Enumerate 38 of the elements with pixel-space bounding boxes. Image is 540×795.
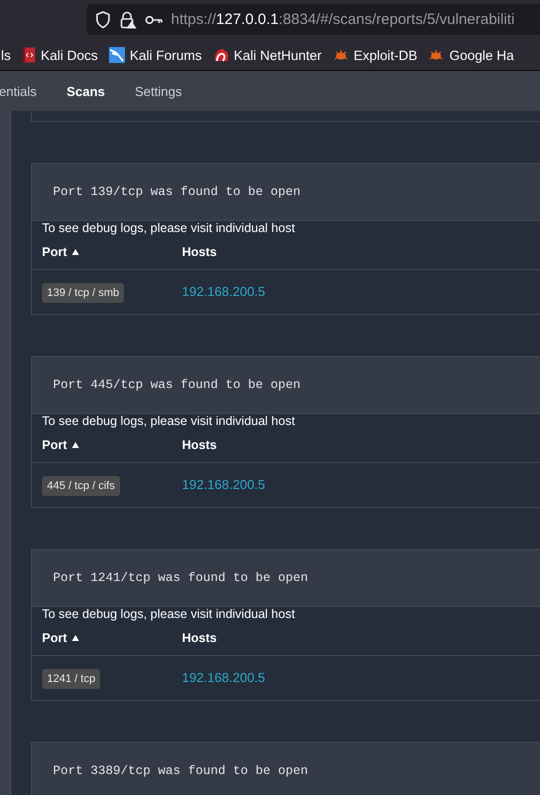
column-header[interactable]: Hosts: [182, 631, 217, 645]
address-bar[interactable]: https://127.0.0.1:8834/#/scans/reports/5/vulnerabiliti: [87, 4, 540, 35]
debug-note: To see debug logs, please visit individual host: [41, 221, 296, 235]
nav-tab[interactable]: Scans: [66, 84, 105, 98]
bug-icon: [332, 48, 349, 62]
bookmark-link[interactable]: Kali NetHunter: [212, 47, 322, 63]
output-text: Port 3389/tcp was found to be open: [53, 764, 308, 778]
host-link[interactable]: 192.168.200.5: [182, 284, 266, 299]
column-header[interactable]: Hosts: [182, 245, 217, 259]
output-text: Port 139/tcp was found to be open: [53, 185, 301, 199]
bookmark-link[interactable]: Exploit-DB: [332, 48, 418, 62]
port-tag: 1241 / tcp: [42, 669, 100, 689]
shield-icon: [95, 10, 111, 28]
key-icon: [145, 14, 163, 26]
bookmark-link[interactable]: ls: [1, 48, 11, 62]
bookmark-link[interactable]: Kali Forums: [108, 47, 202, 63]
debug-note: To see debug logs, please visit individual host: [41, 607, 296, 621]
port-tag: 139 / tcp / smb: [42, 283, 124, 303]
sort-ascending-icon: [72, 249, 79, 255]
url-text: https://127.0.0.1:8834/#/scans/reports/5/vulnerabiliti: [171, 11, 515, 28]
debug-note: To see debug logs, please visit individual host: [41, 414, 296, 428]
output-text: Port 445/tcp was found to be open: [53, 378, 301, 392]
sort-ascending-icon: [72, 442, 79, 448]
bug-icon: [428, 48, 444, 62]
column-header[interactable]: Hosts: [182, 438, 217, 452]
padlock-warning-icon: [119, 10, 137, 28]
bookmark-link[interactable]: Google Ha: [428, 48, 514, 62]
book-icon: [22, 47, 36, 63]
column-header[interactable]: Port: [42, 631, 79, 645]
output-text: Port 1241/tcp was found to be open: [53, 571, 308, 585]
host-link[interactable]: 192.168.200.5: [182, 670, 266, 685]
sort-ascending-icon: [72, 635, 79, 641]
bookmark-link[interactable]: Kali Docs: [22, 47, 98, 63]
nav-tab[interactable]: Settings: [134, 84, 182, 98]
column-header[interactable]: Port: [42, 245, 79, 259]
column-header[interactable]: Port: [42, 438, 79, 452]
host-link[interactable]: 192.168.200.5: [182, 477, 266, 492]
port-tag: 445 / tcp / cifs: [42, 476, 120, 496]
